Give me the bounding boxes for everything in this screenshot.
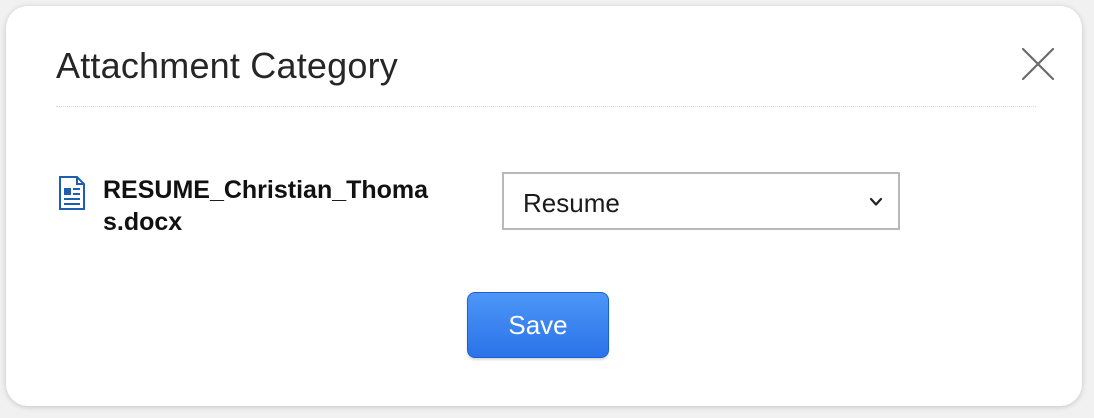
save-button[interactable]: Save	[467, 292, 609, 358]
document-icon	[58, 176, 86, 210]
attachment-category-dialog: Attachment Category RESUME_Christian_Tho…	[6, 6, 1082, 406]
header-divider	[56, 106, 1036, 107]
dialog-title: Attachment Category	[56, 45, 398, 86]
attachment-file-name: RESUME_Christian_Thomas.docx	[103, 176, 429, 236]
close-icon	[1020, 46, 1056, 82]
category-select[interactable]: Resume	[502, 172, 900, 230]
close-button[interactable]	[1020, 46, 1056, 82]
chevron-down-icon	[868, 194, 884, 210]
category-select-value: Resume	[523, 188, 620, 218]
